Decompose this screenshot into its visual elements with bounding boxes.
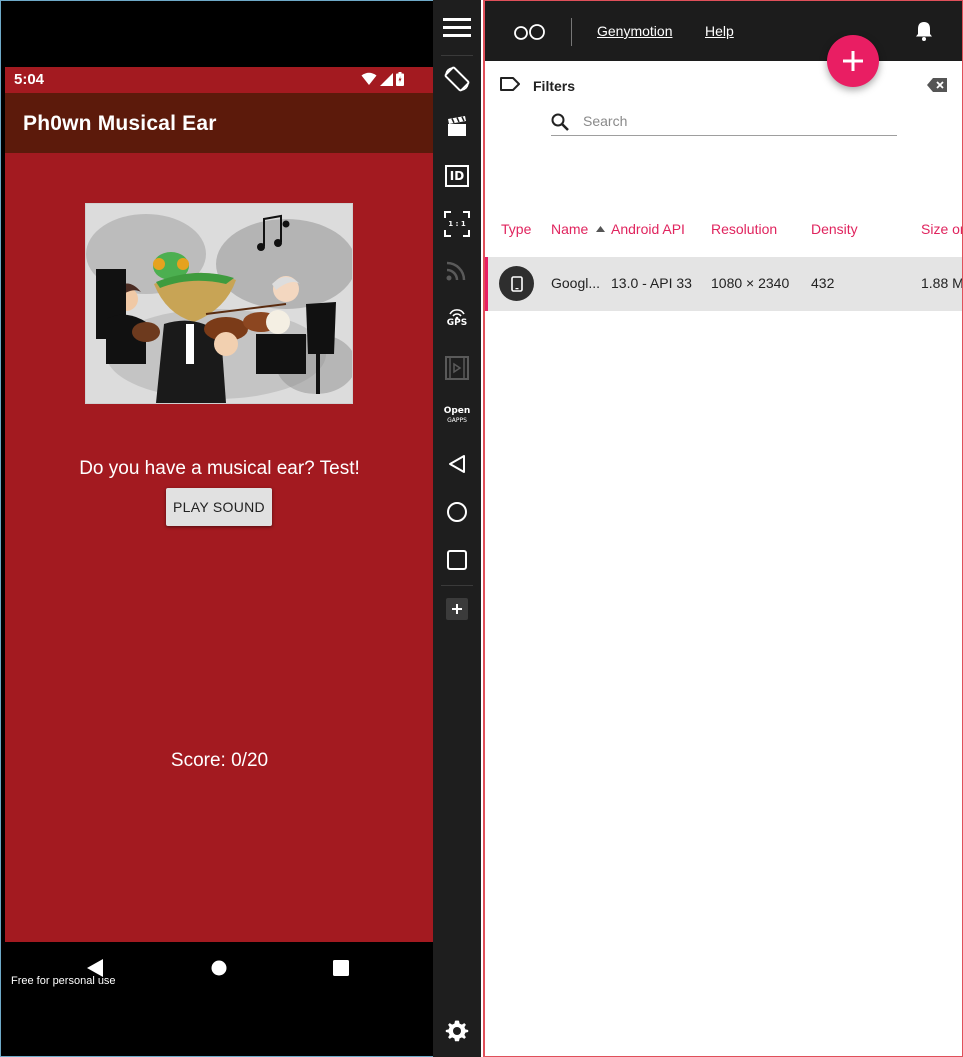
menu-help[interactable]: Help (705, 23, 734, 39)
rotate-icon[interactable] (433, 59, 481, 99)
device-size: 1.88 M (921, 275, 963, 291)
search-box[interactable] (551, 109, 897, 136)
device-resolution: 1080 × 2340 (711, 275, 790, 291)
question-text: Do you have a musical ear? Test! (79, 458, 360, 479)
header-divider (571, 18, 572, 46)
status-time: 5:04 (14, 71, 45, 88)
menu-icon[interactable] (433, 8, 481, 48)
status-bar: 5:04 (5, 67, 434, 93)
sort-ascending-icon (596, 226, 606, 232)
phone-type-icon (499, 266, 534, 301)
score-text: Score: 0/20 (170, 750, 269, 771)
add-widget-icon[interactable] (433, 589, 481, 629)
wifi-icon (361, 72, 377, 85)
add-device-button[interactable] (827, 35, 879, 87)
column-size[interactable]: Size on (921, 221, 962, 237)
capture-icon (433, 348, 481, 388)
search-icon (551, 113, 569, 131)
app-bar: Ph0wn Musical Ear (5, 93, 434, 153)
settings-icon[interactable] (433, 1011, 481, 1051)
column-name[interactable]: Name (551, 221, 606, 237)
filters-row[interactable]: Filters (499, 75, 575, 98)
home-icon[interactable] (433, 492, 481, 532)
filters-label: Filters (533, 78, 576, 94)
clapperboard-icon[interactable] (433, 107, 481, 147)
network-icon (433, 250, 481, 290)
menu-genymotion[interactable]: Genymotion (597, 23, 672, 39)
battery-icon (396, 72, 404, 86)
nav-recents-icon[interactable] (333, 960, 349, 976)
search-input[interactable] (583, 111, 883, 131)
recents-icon[interactable] (433, 540, 481, 580)
column-android-api[interactable]: Android API (611, 221, 685, 237)
device-table-header: Type Name Android API Resolution Density… (485, 221, 962, 241)
label-tag-icon (500, 77, 520, 91)
launcher-header: Genymotion Help (485, 1, 962, 61)
phone-emulator-screen: 5:04 Ph0wn Musical Ear Do you have a mus… (0, 0, 434, 1057)
emulator-toolbar: ID 1 : 1 GPS Open GAPPS (433, 0, 481, 1057)
play-sound-button[interactable]: PLAY SOUND (166, 488, 272, 526)
status-icons (361, 72, 404, 86)
column-resolution[interactable]: Resolution (711, 221, 777, 237)
gps-icon[interactable]: GPS (433, 298, 481, 338)
genymotion-logo-icon (514, 24, 545, 40)
genymotion-launcher: Genymotion Help Filters Type Name Androi… (483, 0, 963, 1057)
navigation-bar: Free for personal use (5, 942, 434, 1056)
back-icon[interactable] (433, 444, 481, 484)
pixel-perfect-icon[interactable]: 1 : 1 (433, 204, 481, 244)
id-icon[interactable]: ID (433, 156, 481, 196)
app-content: Do you have a musical ear? Test! PLAY SO… (5, 153, 434, 942)
personal-use-watermark: Free for personal use (11, 975, 116, 987)
device-density: 432 (811, 275, 835, 291)
clear-filters-icon[interactable] (927, 78, 947, 92)
table-row[interactable]: Googl... 13.0 - API 33 1080 × 2340 432 1… (485, 257, 963, 311)
notification-bell-icon[interactable] (915, 21, 933, 41)
app-title: Ph0wn Musical Ear (23, 112, 217, 135)
open-gapps-icon[interactable]: Open GAPPS (433, 396, 481, 436)
nav-home-icon[interactable] (211, 960, 227, 976)
orchestra-illustration (85, 203, 356, 404)
signal-icon (380, 72, 393, 86)
plus-icon (843, 51, 863, 71)
column-density[interactable]: Density (811, 221, 858, 237)
column-type[interactable]: Type (501, 221, 531, 237)
device-name: Googl... (551, 275, 601, 291)
device-api: 13.0 - API 33 (611, 275, 692, 291)
